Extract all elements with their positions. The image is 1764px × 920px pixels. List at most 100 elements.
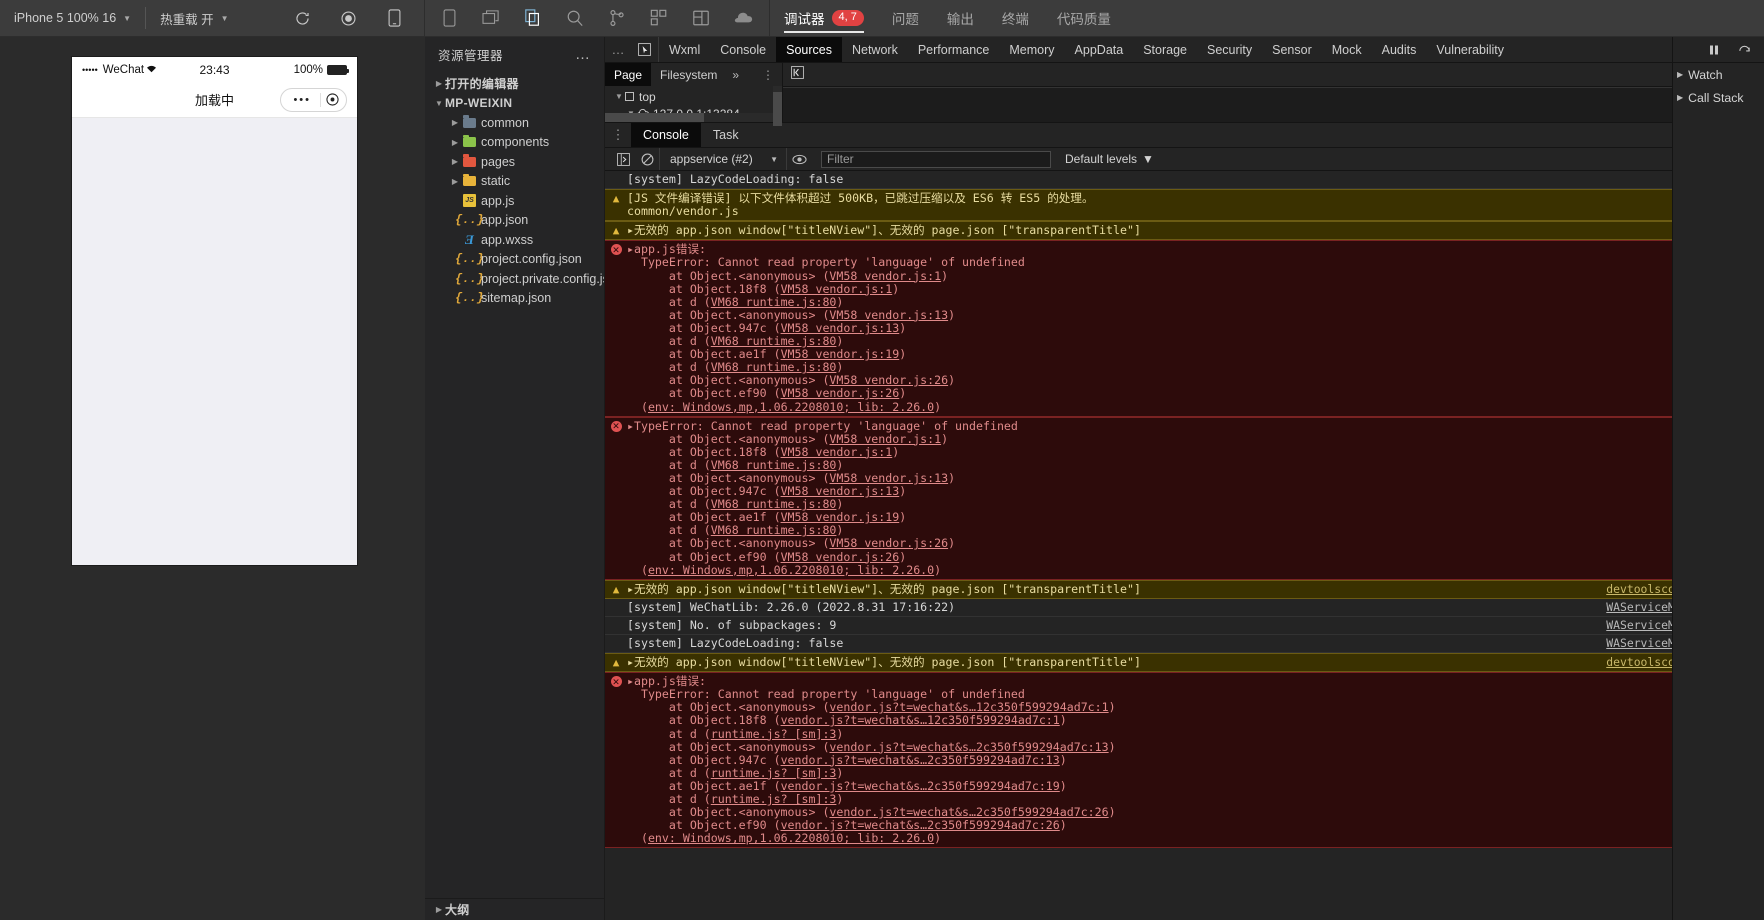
console-message-list[interactable]: [system] LazyCodeLoading: falseVM27 WASe… <box>605 171 1764 920</box>
vertical-scrollbar[interactable] <box>773 86 782 126</box>
file-tree-item-app-json[interactable]: {..} app.json <box>425 211 604 231</box>
devtools-tab-memory[interactable]: Memory <box>999 37 1064 62</box>
devtools-tab-storage[interactable]: Storage <box>1133 37 1197 62</box>
console-message-error[interactable]: ✕ ▸app.js错误: TypeError: Cannot read prope… <box>605 240 1764 417</box>
sources-more-options-icon[interactable]: ⋮ <box>754 63 782 86</box>
console-context-selector[interactable]: appservice (#2) ▼ <box>659 148 787 170</box>
sidebar-section-watch[interactable]: ▶ Watch <box>1673 63 1764 86</box>
window-icon[interactable] <box>439 8 459 28</box>
console-message-system[interactable]: [system] WeChatLib: 2.26.0 (2022.8.31 17… <box>605 598 1764 617</box>
console-eye-icon[interactable] <box>787 148 811 171</box>
file-tree-item-pages[interactable]: ▶ pages <box>425 152 604 172</box>
sources-tree-item-top[interactable]: ▼ top <box>605 88 782 105</box>
phone-simulator[interactable]: ••••• WeChat 23:43 100% 加载中 ••• <box>72 57 357 565</box>
hot-reload-label: 热重载 开 <box>160 12 214 27</box>
sources-tab-filesystem[interactable]: Filesystem <box>651 63 726 86</box>
explorer-section-project[interactable]: ▼ MP-WEIXIN <box>425 94 604 114</box>
device-selector[interactable]: iPhone 5 100% 16 ▼ <box>0 0 145 36</box>
sources-tab-label: Page <box>614 67 643 82</box>
devtools-tab-security[interactable]: Security <box>1197 37 1262 62</box>
file-tree-item-label: sitemap.json <box>481 291 552 306</box>
sources-tabs-overflow-icon[interactable]: » <box>726 63 745 86</box>
file-tree-item-app-js[interactable]: JS app.js <box>425 191 604 211</box>
capsule-close-icon[interactable] <box>321 89 343 111</box>
devtools-tab-console[interactable]: Console <box>710 37 776 62</box>
file-tree-item-project-config[interactable]: {..} project.config.json <box>425 250 604 270</box>
console-drawer-menu-icon[interactable]: ⋮ <box>605 123 631 147</box>
devtools-tab-label: Audits <box>1381 42 1417 57</box>
devtools-tab-label: AppData <box>1074 42 1124 57</box>
devtools-overflow-icon[interactable]: … <box>605 37 631 62</box>
drawer-tab-task[interactable]: Task <box>701 123 751 147</box>
capsule-menu-icon[interactable]: ••• <box>284 94 320 106</box>
console-message-warn[interactable]: ▲ ▸无效的 app.json window["titleNView"]、无效的 … <box>605 221 1764 241</box>
console-message-system[interactable]: [system] LazyCodeLoading: falseWAService… <box>605 635 1764 654</box>
console-message-warn[interactable]: ▲ ▸无效的 app.json window["titleNView"]、无效的 … <box>605 653 1764 673</box>
file-tree-item-components[interactable]: ▶ components <box>425 133 604 153</box>
console-filter-input[interactable]: Filter <box>821 150 1051 168</box>
hot-reload-selector[interactable]: 热重载 开 ▼ <box>146 0 242 36</box>
tab-code-quality[interactable]: 代码质量 <box>1043 0 1125 36</box>
console-levels-label: Default levels <box>1065 152 1138 166</box>
split-panel-icon[interactable] <box>481 8 501 28</box>
explorer-section-outline[interactable]: ▶ 大纲 <box>425 898 604 920</box>
record-icon[interactable] <box>338 8 358 28</box>
copy-files-icon[interactable] <box>523 8 543 28</box>
devtools-tab-label: Vulnerability <box>1436 42 1505 57</box>
sources-tab-page[interactable]: Page <box>605 63 652 86</box>
console-message-error[interactable]: ✕ ▸app.js错误: TypeError: Cannot read prope… <box>605 672 1764 849</box>
devtools-tab-mock[interactable]: Mock <box>1322 37 1372 62</box>
devtools-tab-network[interactable]: Network <box>842 37 908 62</box>
error-icon: ✕ <box>610 244 622 256</box>
step-over-icon[interactable] <box>1734 40 1754 60</box>
devtools-tab-sources[interactable]: Sources <box>776 37 842 62</box>
console-message-system[interactable]: [system] No. of subpackages: 9WAServiceM… <box>605 616 1764 635</box>
devtools-tab-appdata[interactable]: AppData <box>1065 37 1134 62</box>
cloud-icon[interactable] <box>733 8 753 28</box>
phone-page-content[interactable] <box>72 118 357 565</box>
tab-terminal[interactable]: 终端 <box>988 0 1043 36</box>
file-tree-item-static[interactable]: ▶ static <box>425 172 604 192</box>
devtools-tab-sensor[interactable]: Sensor <box>1262 37 1322 62</box>
file-tree-item-common[interactable]: ▶ common <box>425 113 604 133</box>
console-sidebar-toggle-icon[interactable] <box>611 148 635 171</box>
phone-preview-icon[interactable] <box>384 8 404 28</box>
devtools-tab-audits[interactable]: Audits <box>1372 37 1427 62</box>
explorer-more-icon[interactable]: … <box>575 46 591 63</box>
extensions-icon[interactable] <box>649 8 669 28</box>
console-message-warn[interactable]: ▲ [JS 文件编译错误] 以下文件体积超过 500KB，已跳过压缩以及 ES6 … <box>605 189 1764 222</box>
file-tree-item-app-wxss[interactable]: Ǝ app.wxss <box>425 230 604 250</box>
drawer-tab-console[interactable]: Console <box>631 123 701 147</box>
message-gutter <box>605 637 627 650</box>
capsule-buttons[interactable]: ••• <box>280 87 347 112</box>
console-message-error[interactable]: ✕ ▸TypeError: Cannot read property 'langu… <box>605 416 1764 580</box>
source-control-icon[interactable] <box>607 8 627 28</box>
collapse-sidebar-icon[interactable] <box>791 65 804 84</box>
console-levels-selector[interactable]: Default levels ▼ <box>1065 152 1154 166</box>
drawer-tab-label: Task <box>712 128 739 142</box>
chevron-right-icon: ▶ <box>451 137 459 147</box>
devtools-tab-performance[interactable]: Performance <box>908 37 1000 62</box>
console-message-warn[interactable]: ▲ ▸无效的 app.json window["titleNView"]、无效的 … <box>605 579 1764 599</box>
carrier-label: WeChat <box>102 63 145 76</box>
sidebar-section-call-stack[interactable]: ▶ Call Stack <box>1673 86 1764 109</box>
clear-console-icon[interactable] <box>635 148 659 171</box>
inspect-element-icon[interactable] <box>631 37 659 62</box>
horizontal-scrollbar[interactable] <box>605 113 782 122</box>
tab-problems[interactable]: 问题 <box>878 0 933 36</box>
console-message-system[interactable]: [system] LazyCodeLoading: falseVM27 WASe… <box>605 171 1764 190</box>
devtools-tab-wxml[interactable]: Wxml <box>659 37 710 62</box>
pause-icon[interactable] <box>1704 40 1724 60</box>
call-stack-label: Call Stack <box>1688 90 1744 105</box>
layout-icon[interactable] <box>691 8 711 28</box>
tab-output[interactable]: 输出 <box>933 0 988 36</box>
search-icon[interactable] <box>565 8 585 28</box>
explorer-section-open-editors[interactable]: ▶ 打开的编辑器 <box>425 74 604 94</box>
refresh-icon[interactable] <box>292 8 312 28</box>
file-tree-item-sitemap-json[interactable]: {..} sitemap.json <box>425 289 604 309</box>
file-tree-item-project-private-config[interactable]: {..} project.private.config.js... <box>425 269 604 289</box>
sources-editor-empty[interactable] <box>783 87 1764 122</box>
tab-debugger[interactable]: 调试器 4, 7 <box>770 0 878 36</box>
devtools-tab-vulnerability[interactable]: Vulnerability <box>1426 37 1514 62</box>
javascript-file-icon: JS <box>461 194 478 208</box>
